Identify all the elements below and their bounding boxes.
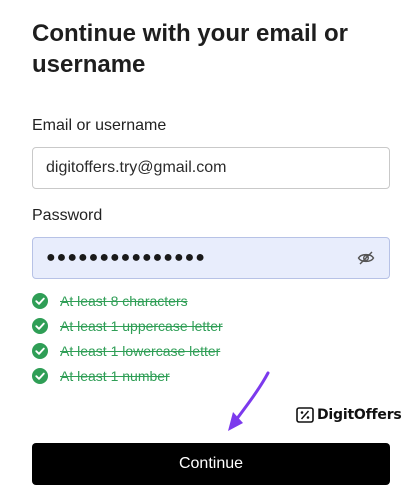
check-circle-icon xyxy=(32,292,48,309)
check-circle-icon xyxy=(32,342,48,359)
rule-text: At least 1 number xyxy=(60,367,170,384)
arrow-pointer-icon xyxy=(224,370,272,434)
check-circle-icon xyxy=(32,367,48,384)
rule-item: At least 1 lowercase letter xyxy=(32,338,223,363)
eye-slash-icon[interactable] xyxy=(357,250,375,266)
password-label: Password xyxy=(32,207,103,224)
digitoffers-logo-icon xyxy=(296,407,314,423)
password-field[interactable] xyxy=(32,237,390,279)
email-input[interactable] xyxy=(32,147,390,189)
password-input[interactable] xyxy=(33,238,369,278)
continue-button[interactable]: Continue xyxy=(32,443,390,485)
rule-text: At least 8 characters xyxy=(60,292,188,309)
digitoffers-name: DigitOffers xyxy=(317,407,402,423)
rule-item: At least 8 characters xyxy=(32,288,223,313)
rule-item: At least 1 uppercase letter xyxy=(32,313,223,338)
email-label: Email or username xyxy=(32,117,167,134)
rule-item: At least 1 number xyxy=(32,363,223,388)
check-circle-icon xyxy=(32,317,48,334)
digitoffers-watermark: DigitOffers xyxy=(296,407,402,423)
rule-text: At least 1 lowercase letter xyxy=(60,342,221,359)
rule-text: At least 1 uppercase letter xyxy=(60,317,223,334)
password-rules: At least 8 characters At least 1 upperca… xyxy=(32,288,223,388)
page-title: Continue with your email or username xyxy=(32,20,349,78)
